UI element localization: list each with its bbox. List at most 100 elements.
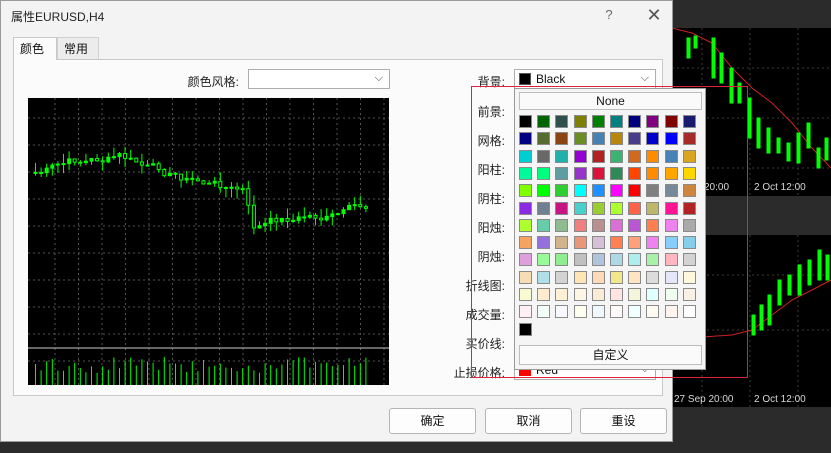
color-swatch[interactable]: [682, 218, 696, 232]
color-swatch[interactable]: [519, 115, 532, 128]
color-swatch[interactable]: [664, 149, 678, 163]
color-swatch[interactable]: [628, 270, 642, 284]
color-swatch[interactable]: [682, 253, 696, 267]
color-swatch[interactable]: [664, 132, 678, 146]
color-swatch[interactable]: [682, 115, 696, 128]
color-swatch[interactable]: [555, 149, 569, 163]
color-swatch[interactable]: [591, 253, 605, 267]
color-swatch[interactable]: [555, 253, 569, 267]
color-swatch[interactable]: [537, 201, 551, 215]
color-swatch[interactable]: [610, 305, 623, 319]
color-swatch[interactable]: [555, 288, 569, 301]
color-swatch[interactable]: [628, 305, 642, 319]
color-swatch[interactable]: [519, 218, 532, 232]
color-swatch[interactable]: [519, 201, 532, 215]
color-swatch[interactable]: [519, 270, 532, 284]
color-swatch[interactable]: [664, 166, 678, 180]
color-swatch[interactable]: [591, 236, 605, 250]
color-swatch[interactable]: [664, 253, 678, 267]
color-swatch[interactable]: [591, 305, 605, 319]
color-swatch[interactable]: [591, 132, 605, 146]
color-swatch[interactable]: [628, 184, 642, 198]
color-swatch[interactable]: [646, 184, 660, 198]
color-swatch[interactable]: [537, 166, 551, 180]
color-swatch[interactable]: [573, 253, 587, 267]
color-swatch[interactable]: [555, 305, 569, 319]
color-swatch[interactable]: [628, 149, 642, 163]
color-swatch[interactable]: [591, 166, 605, 180]
color-swatch[interactable]: [628, 132, 642, 146]
color-swatch[interactable]: [519, 149, 532, 163]
color-swatch[interactable]: [628, 166, 642, 180]
background-color-dropdown[interactable]: Black ⌵: [514, 69, 656, 89]
color-swatch[interactable]: [591, 184, 605, 198]
color-swatch[interactable]: [610, 184, 623, 198]
title-bar[interactable]: 属性EURUSD,H4 ? ✕: [1, 1, 672, 31]
color-swatch[interactable]: [682, 149, 696, 163]
color-swatch[interactable]: [682, 201, 696, 215]
color-swatch[interactable]: [573, 305, 587, 319]
color-swatch[interactable]: [537, 253, 551, 267]
color-swatch[interactable]: [591, 270, 605, 284]
color-swatch[interactable]: [537, 288, 551, 301]
color-swatch[interactable]: [519, 132, 532, 146]
none-color-button[interactable]: None: [519, 92, 702, 110]
color-swatch[interactable]: [646, 253, 660, 267]
color-swatch[interactable]: [591, 288, 605, 301]
color-swatch[interactable]: [646, 115, 660, 128]
color-swatch[interactable]: [537, 236, 551, 250]
color-swatch[interactable]: [573, 236, 587, 250]
color-swatch[interactable]: [573, 115, 587, 128]
color-swatch[interactable]: [537, 149, 551, 163]
color-swatch[interactable]: [555, 236, 569, 250]
color-swatch[interactable]: [682, 288, 696, 301]
color-swatch[interactable]: [610, 115, 623, 128]
color-swatch[interactable]: [664, 236, 678, 250]
color-swatch[interactable]: [573, 288, 587, 301]
color-swatch[interactable]: [610, 166, 623, 180]
color-swatch[interactable]: [573, 270, 587, 284]
color-swatch[interactable]: [682, 184, 696, 198]
color-swatch[interactable]: [610, 270, 623, 284]
color-swatch[interactable]: [610, 132, 623, 146]
color-swatch[interactable]: [573, 149, 587, 163]
color-swatch[interactable]: [519, 236, 532, 250]
color-swatch[interactable]: [519, 322, 532, 336]
color-swatch[interactable]: [646, 288, 660, 301]
color-swatch[interactable]: [610, 253, 623, 267]
color-swatch[interactable]: [573, 184, 587, 198]
color-swatch[interactable]: [646, 236, 660, 250]
color-swatch[interactable]: [610, 288, 623, 301]
reset-button[interactable]: 重设: [580, 408, 667, 434]
color-swatch[interactable]: [519, 166, 532, 180]
color-swatch[interactable]: [646, 166, 660, 180]
color-swatch[interactable]: [555, 201, 569, 215]
color-swatch[interactable]: [664, 201, 678, 215]
color-swatch[interactable]: [573, 166, 587, 180]
color-swatch[interactable]: [664, 288, 678, 301]
cancel-button[interactable]: 取消: [485, 408, 572, 434]
color-swatch[interactable]: [682, 132, 696, 146]
color-swatch[interactable]: [537, 270, 551, 284]
color-swatch[interactable]: [646, 132, 660, 146]
color-swatch[interactable]: [646, 149, 660, 163]
color-swatch[interactable]: [682, 305, 696, 319]
color-swatch[interactable]: [591, 115, 605, 128]
color-swatch[interactable]: [646, 305, 660, 319]
tab-common[interactable]: 常用: [57, 37, 99, 59]
color-swatch[interactable]: [537, 184, 551, 198]
color-swatch[interactable]: [664, 184, 678, 198]
color-swatch[interactable]: [537, 218, 551, 232]
close-button[interactable]: ✕: [643, 4, 665, 26]
color-swatch[interactable]: [664, 305, 678, 319]
color-swatch[interactable]: [628, 218, 642, 232]
color-swatch[interactable]: [519, 288, 532, 301]
color-swatch[interactable]: [646, 270, 660, 284]
color-swatch[interactable]: [628, 253, 642, 267]
help-button[interactable]: ?: [601, 7, 617, 23]
color-swatch[interactable]: [591, 218, 605, 232]
color-swatch[interactable]: [591, 201, 605, 215]
color-swatch[interactable]: [628, 201, 642, 215]
color-swatch[interactable]: [628, 115, 642, 128]
ok-button[interactable]: 确定: [389, 408, 476, 434]
